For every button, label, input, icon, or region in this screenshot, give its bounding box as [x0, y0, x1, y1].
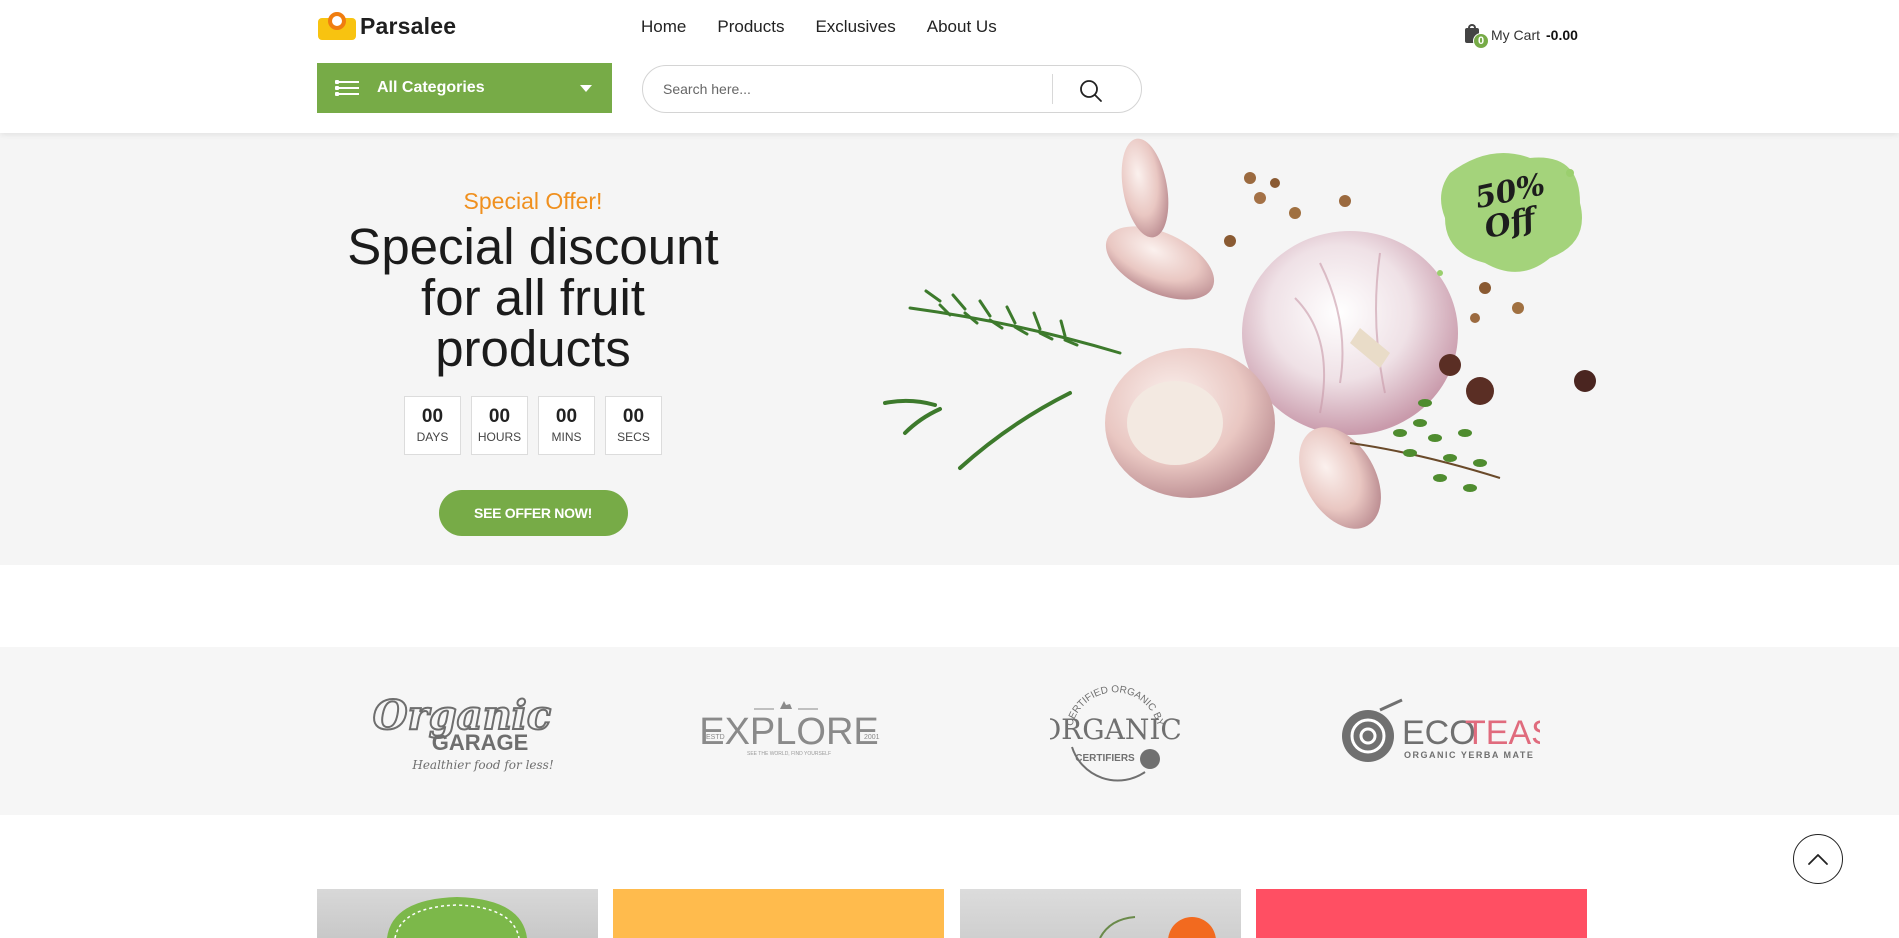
category-card-3[interactable] — [960, 889, 1241, 938]
brand-name-2: GARAGE — [432, 730, 529, 755]
countdown-unit: HOURS — [477, 430, 522, 444]
bird-icon — [1140, 749, 1160, 769]
countdown-unit: SECS — [617, 430, 650, 444]
countdown-mins: 00 MINS — [538, 396, 595, 455]
rosemary-sprig-icon — [883, 289, 1122, 470]
search-icon — [1080, 80, 1102, 102]
brand-tagline: Healthier food for less! — [411, 758, 553, 772]
brand-tagline: ORGANIC YERBA MATE — [1404, 750, 1534, 760]
scroll-to-top-button[interactable] — [1793, 834, 1843, 884]
nav-home[interactable]: Home — [641, 17, 686, 37]
countdown-unit: MINS — [551, 430, 582, 444]
countdown-secs: 00 SECS — [605, 396, 662, 455]
brand-name: ORGANIC — [1050, 713, 1180, 746]
search-button[interactable] — [1078, 78, 1104, 104]
brand-name-b: TEAS — [1465, 714, 1540, 752]
countdown-unit: DAYS — [416, 430, 449, 444]
cart-label: My Cart — [1491, 27, 1540, 43]
cart-total: -0.00 — [1546, 27, 1578, 43]
brand-ecoteas-logo[interactable]: ECO TEAS ORGANIC YERBA MATE — [1340, 677, 1540, 787]
countdown-hours: 00 HOURS — [471, 396, 528, 455]
all-categories-dropdown[interactable]: All Categories — [317, 63, 612, 113]
site-logo[interactable]: Parsalee — [318, 12, 456, 40]
hero-eyebrow: Special Offer! — [463, 188, 603, 214]
mate-cup-icon — [1342, 710, 1394, 762]
nav-about-us[interactable]: About Us — [927, 17, 997, 37]
all-categories-label: All Categories — [377, 79, 485, 96]
chevron-up-icon — [1808, 854, 1828, 865]
list-icon — [335, 80, 359, 96]
shopping-bag-icon: 0 — [1463, 24, 1489, 49]
see-offer-button[interactable]: SEE OFFER NOW! — [438, 490, 628, 536]
countdown-value: 00 — [488, 406, 511, 427]
headline-line-1: Special discount — [347, 218, 719, 275]
brand-left: ESTD — [706, 734, 725, 741]
page: Parsalee Home Products Exclusives About … — [0, 0, 1899, 938]
search-bar — [642, 65, 1142, 113]
discount-badge: 50% Off — [1437, 153, 1582, 276]
countdown-value: 00 — [622, 406, 645, 427]
deer-icon — [780, 701, 792, 709]
category-cards-row — [0, 889, 1899, 938]
brand-organic-certifiers-logo[interactable]: CERTIFIED ORGANIC BY ORGANIC CERTIFIERS — [1050, 677, 1180, 787]
countdown-value: 00 — [421, 406, 444, 427]
countdown-days: 00 DAYS — [404, 396, 461, 455]
main-nav: Home Products Exclusives About Us — [641, 17, 997, 37]
cart-count-badge: 0 — [1473, 33, 1489, 49]
cart-link[interactable]: 0 My Cart -0.00 — [1463, 24, 1578, 49]
countdown-value: 00 — [555, 406, 578, 427]
leaf-badge-icon — [387, 897, 527, 938]
brand-right: 2001 — [864, 734, 880, 741]
brand-explore-logo[interactable]: EXPLORE ESTD 2001 SEE THE WORLD, FIND YO… — [694, 677, 884, 787]
hero-headline: Special discount for all fruit products — [318, 221, 748, 374]
hero-banner: Special Offer! Special discount for all … — [0, 133, 1899, 565]
hero-text: Special Offer! Special discount for all … — [318, 188, 748, 536]
headline-line-2: for all fruit products — [421, 269, 645, 377]
brand-tagline: SEE THE WORLD, FIND YOURSELF — [747, 751, 831, 757]
brand-sub: CERTIFIERS — [1075, 753, 1135, 764]
tomato-icon — [1099, 916, 1216, 938]
nav-products[interactable]: Products — [717, 17, 784, 37]
countdown-timer: 00 DAYS 00 HOURS 00 MINS 00 SECS — [318, 396, 748, 455]
hero-garlic-illustration: 50% Off — [883, 138, 1596, 529]
brand-logos-strip: Organic GARAGE Healthier food for less! … — [0, 647, 1899, 815]
logo-bag-icon — [318, 12, 356, 40]
nav-exclusives[interactable]: Exclusives — [815, 17, 895, 37]
search-input[interactable] — [643, 66, 1043, 112]
brand-organic-garage-logo[interactable]: Organic GARAGE Healthier food for less! — [365, 677, 560, 787]
category-card-2[interactable] — [613, 889, 944, 938]
brand-name: EXPLORE — [699, 711, 879, 753]
search-divider — [1052, 74, 1053, 104]
category-card-1[interactable] — [317, 889, 598, 938]
site-header: Parsalee Home Products Exclusives About … — [0, 0, 1899, 133]
category-card-4[interactable] — [1256, 889, 1587, 938]
caret-down-icon — [580, 85, 592, 92]
logo-text: Parsalee — [360, 12, 457, 39]
